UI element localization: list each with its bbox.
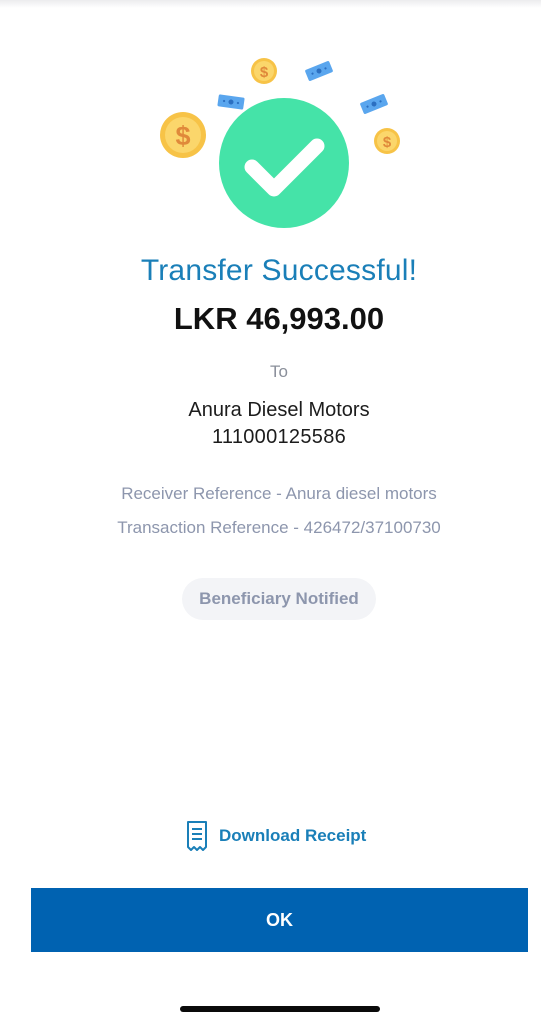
coin-icon: $ [251, 58, 277, 84]
transfer-success-screen: $ $ $ Transfer Successful! LKR 46,993.00… [0, 0, 541, 1024]
coin-icon: $ [374, 128, 400, 154]
coin-icon: $ [160, 112, 206, 158]
recipient-account-number: 111000125586 [211, 426, 347, 448]
top-edge-shadow [0, 0, 541, 8]
ok-button-label: OK [266, 909, 293, 930]
download-receipt-button[interactable]: Download Receipt [185, 820, 366, 852]
success-illustration: $ $ $ [160, 58, 400, 228]
transfer-amount: LKR 46,993.00 [173, 301, 385, 336]
download-receipt-label: Download Receipt [219, 826, 367, 845]
home-indicator [180, 1006, 380, 1012]
success-title: Transfer Successful! [140, 254, 418, 287]
banknote-icon [217, 94, 245, 110]
receiver-reference: Receiver Reference - Anura diesel motors [121, 484, 437, 503]
svg-text:$: $ [383, 134, 392, 151]
to-label: To [270, 362, 288, 381]
check-icon [219, 98, 349, 228]
banknote-icon [305, 61, 333, 81]
transaction-reference: Transaction Reference - 426472/37100730 [117, 518, 441, 537]
receipt-icon [187, 821, 207, 851]
beneficiary-notified-badge: Beneficiary Notified [182, 578, 376, 620]
ok-button[interactable]: OK [31, 888, 528, 952]
svg-text:$: $ [260, 64, 269, 81]
banknote-icon [360, 94, 388, 114]
svg-text:$: $ [175, 121, 190, 151]
recipient-name: Anura Diesel Motors [188, 399, 370, 421]
